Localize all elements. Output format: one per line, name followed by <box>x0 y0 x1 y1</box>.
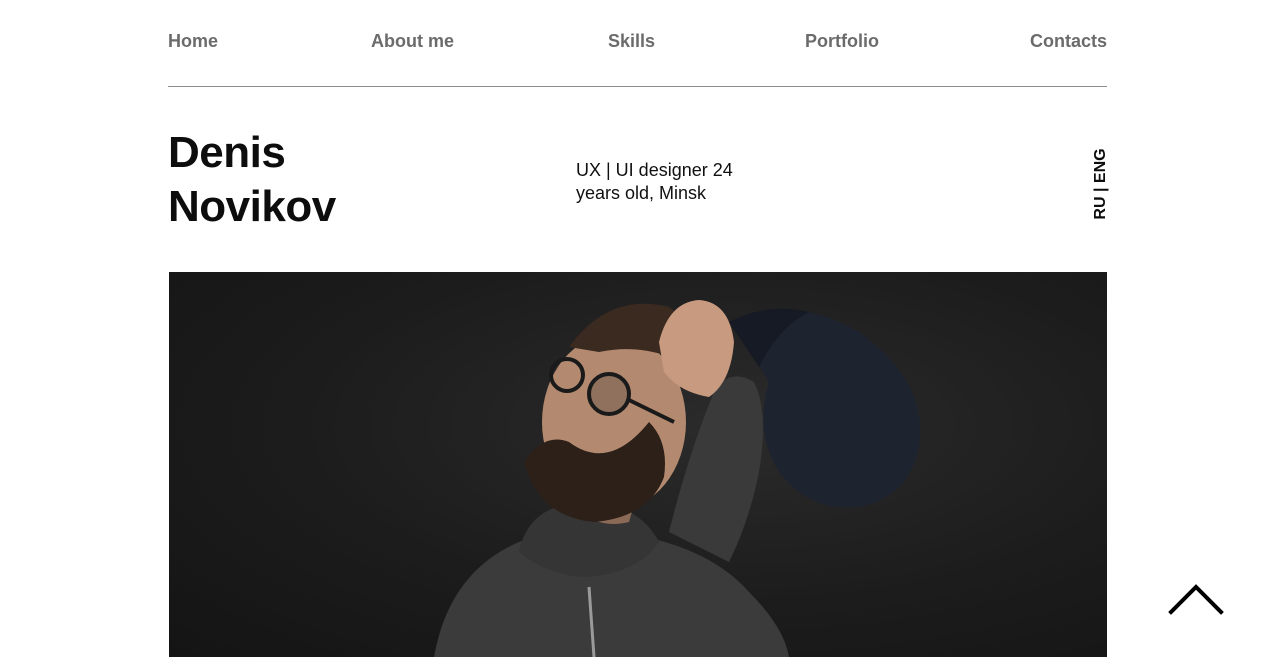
nav-skills-link[interactable]: Skills <box>608 28 655 54</box>
scroll-top-button[interactable] <box>1166 578 1226 618</box>
lang-separator: | <box>1092 183 1109 197</box>
lang-en-option[interactable]: ENG <box>1092 148 1109 183</box>
chevron-up-icon <box>1168 584 1224 615</box>
nav-divider <box>168 86 1107 87</box>
profile-tagline: UX | UI designer 24 years old, Minsk <box>576 160 733 203</box>
hero-photo <box>169 272 1107 657</box>
nav-about-link[interactable]: About me <box>371 28 454 54</box>
last-name: Novikov <box>168 182 336 231</box>
nav-contacts-link[interactable]: Contacts <box>1030 28 1107 54</box>
main-nav: Home About me Skills Portfolio Contacts <box>168 28 1107 54</box>
portrait-illustration <box>434 300 921 657</box>
nav-home-link[interactable]: Home <box>168 28 218 54</box>
lang-ru-option[interactable]: RU <box>1092 196 1109 219</box>
page-title: Denis Novikov <box>168 126 428 234</box>
nav-portfolio-link[interactable]: Portfolio <box>805 28 879 54</box>
first-name: Denis <box>168 128 286 177</box>
glasses-lens-right <box>587 372 631 416</box>
page: Home About me Skills Portfolio Contacts … <box>0 0 1277 664</box>
language-switcher: RU | ENG <box>1090 146 1112 222</box>
